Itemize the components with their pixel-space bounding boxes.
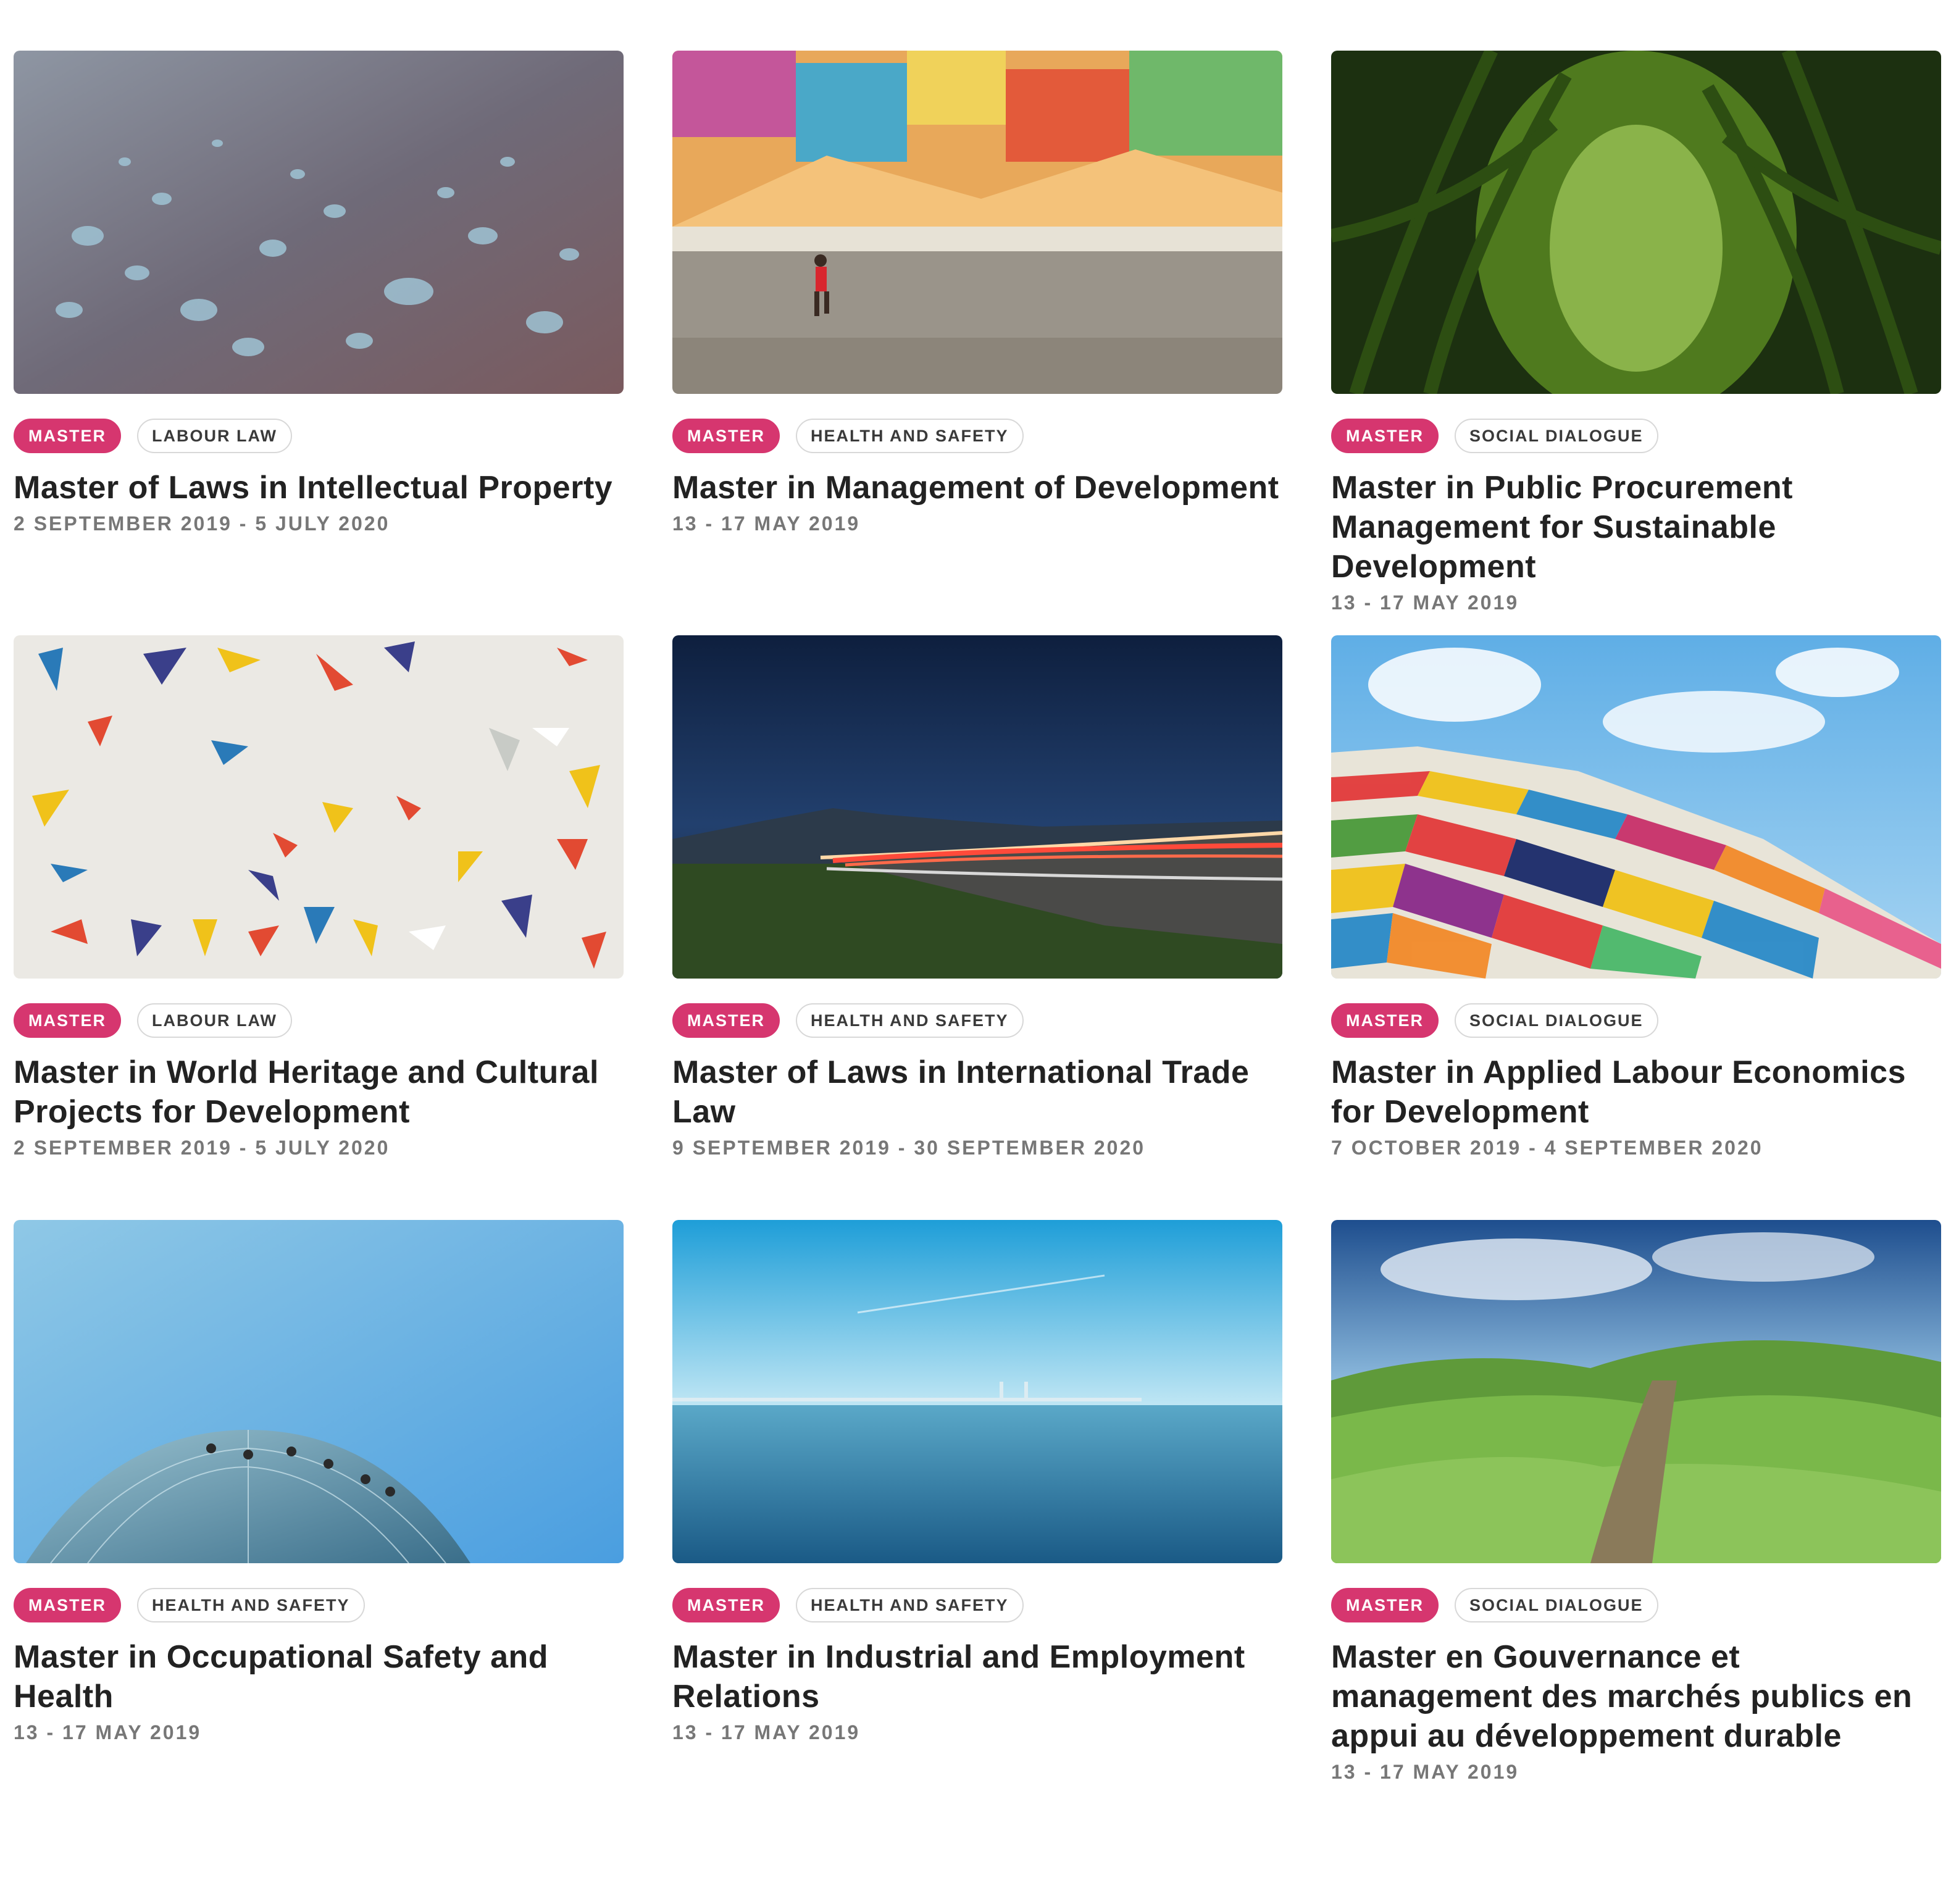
tag-topic[interactable]: HEALTH AND SAFETY: [796, 419, 1024, 453]
glass-dome-climbers-image: [14, 1220, 624, 1563]
colorful-glass-roof-image: [1331, 635, 1941, 979]
water-droplets-image: [14, 51, 624, 394]
course-date: 13 - 17 MAY 2019: [672, 512, 861, 535]
tag-list: MASTER SOCIAL DIALOGUE: [1331, 1588, 1941, 1622]
tag-master[interactable]: MASTER: [14, 419, 121, 453]
tag-topic[interactable]: HEALTH AND SAFETY: [796, 1588, 1024, 1622]
course-title[interactable]: Master in Management of Development: [672, 468, 1282, 507]
course-date: 2 SEPTEMBER 2019 - 5 JULY 2020: [14, 512, 390, 535]
course-date: 2 SEPTEMBER 2019 - 5 JULY 2020: [14, 1137, 390, 1159]
tag-master[interactable]: MASTER: [14, 1003, 121, 1038]
course-title[interactable]: Master in Occupational Safety and Health: [14, 1637, 624, 1716]
course-card[interactable]: MASTER LABOUR LAW Master of Laws in Inte…: [14, 51, 624, 537]
course-date: 13 - 17 MAY 2019: [1331, 591, 1519, 614]
course-title[interactable]: Master of Laws in International Trade La…: [672, 1053, 1282, 1132]
course-image[interactable]: [14, 635, 624, 979]
tag-topic[interactable]: HEALTH AND SAFETY: [796, 1003, 1024, 1038]
course-card[interactable]: MASTER SOCIAL DIALOGUE Master en Gouvern…: [1331, 1220, 1941, 1785]
tag-list: MASTER HEALTH AND SAFETY: [14, 1588, 624, 1622]
night-road-light-trails-image: [672, 635, 1282, 979]
tag-topic[interactable]: LABOUR LAW: [137, 419, 292, 453]
course-title[interactable]: Master of Laws in Intellectual Property: [14, 468, 624, 507]
course-card[interactable]: MASTER LABOUR LAW Master in World Herita…: [14, 635, 624, 1161]
tag-list: MASTER HEALTH AND SAFETY: [672, 1588, 1282, 1622]
tag-list: MASTER LABOUR LAW: [14, 419, 624, 453]
tag-topic[interactable]: SOCIAL DIALOGUE: [1455, 1588, 1658, 1622]
course-card[interactable]: MASTER HEALTH AND SAFETY Master in Manag…: [672, 51, 1282, 537]
course-card[interactable]: MASTER HEALTH AND SAFETY Master in Indus…: [672, 1220, 1282, 1746]
course-date: 13 - 17 MAY 2019: [672, 1721, 861, 1743]
course-title[interactable]: Master in World Heritage and Cultural Pr…: [14, 1053, 624, 1132]
paper-triangles-image: [14, 635, 624, 979]
tag-topic[interactable]: LABOUR LAW: [137, 1003, 292, 1038]
tag-master[interactable]: MASTER: [14, 1588, 121, 1622]
course-date: 13 - 17 MAY 2019: [1331, 1761, 1519, 1783]
course-date: 7 OCTOBER 2019 - 4 SEPTEMBER 2020: [1331, 1137, 1763, 1159]
course-image[interactable]: [1331, 51, 1941, 394]
course-title[interactable]: Master in Public Procurement Management …: [1331, 468, 1941, 587]
course-title[interactable]: Master in Industrial and Employment Rela…: [672, 1637, 1282, 1716]
sea-bridge-image: [672, 1220, 1282, 1563]
tag-topic[interactable]: SOCIAL DIALOGUE: [1455, 419, 1658, 453]
tag-topic[interactable]: SOCIAL DIALOGUE: [1455, 1003, 1658, 1038]
tag-list: MASTER SOCIAL DIALOGUE: [1331, 1003, 1941, 1038]
tag-list: MASTER HEALTH AND SAFETY: [672, 1003, 1282, 1038]
tag-topic[interactable]: HEALTH AND SAFETY: [137, 1588, 365, 1622]
green-hills-path-image: [1331, 1220, 1941, 1563]
course-title[interactable]: Master in Applied Labour Economics for D…: [1331, 1053, 1941, 1132]
tag-master[interactable]: MASTER: [1331, 419, 1439, 453]
course-date: 9 SEPTEMBER 2019 - 30 SEPTEMBER 2020: [672, 1137, 1146, 1159]
course-grid: MASTER LABOUR LAW Master of Laws in Inte…: [0, 0, 1951, 1904]
course-image[interactable]: [672, 635, 1282, 979]
course-card[interactable]: MASTER SOCIAL DIALOGUE Master in Applied…: [1331, 635, 1941, 1161]
tag-master[interactable]: MASTER: [1331, 1588, 1439, 1622]
course-card[interactable]: MASTER HEALTH AND SAFETY Master in Occup…: [14, 1220, 624, 1746]
course-image[interactable]: [1331, 1220, 1941, 1563]
course-image[interactable]: [14, 1220, 624, 1563]
course-image[interactable]: [672, 51, 1282, 394]
tag-master[interactable]: MASTER: [672, 1003, 780, 1038]
tag-list: MASTER SOCIAL DIALOGUE: [1331, 419, 1941, 453]
tag-master[interactable]: MASTER: [1331, 1003, 1439, 1038]
course-image[interactable]: [14, 51, 624, 394]
course-image[interactable]: [1331, 635, 1941, 979]
course-date: 13 - 17 MAY 2019: [14, 1721, 202, 1743]
tag-master[interactable]: MASTER: [672, 1588, 780, 1622]
tag-master[interactable]: MASTER: [672, 419, 780, 453]
corn-field-image: [1331, 51, 1941, 394]
course-title[interactable]: Master en Gouvernance et management des …: [1331, 1637, 1941, 1756]
mural-runner-image: [672, 51, 1282, 394]
tag-list: MASTER HEALTH AND SAFETY: [672, 419, 1282, 453]
tag-list: MASTER LABOUR LAW: [14, 1003, 624, 1038]
course-card[interactable]: MASTER HEALTH AND SAFETY Master of Laws …: [672, 635, 1282, 1161]
course-card[interactable]: MASTER SOCIAL DIALOGUE Master in Public …: [1331, 51, 1941, 616]
course-image[interactable]: [672, 1220, 1282, 1563]
